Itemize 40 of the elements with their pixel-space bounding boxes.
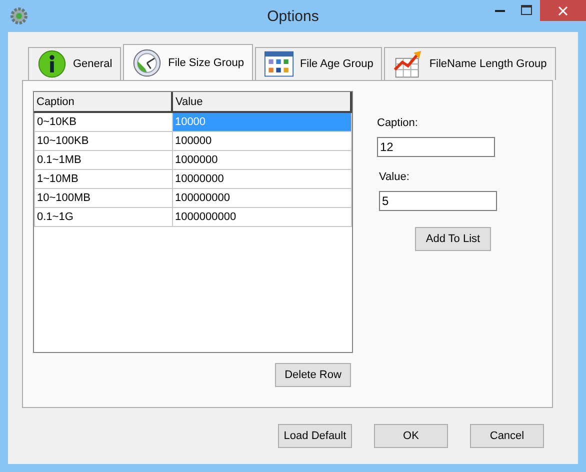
column-header[interactable]: Caption [34, 92, 172, 112]
table-cell[interactable]: 10~100MB [34, 188, 172, 208]
info-icon [37, 49, 67, 79]
add-to-list-button[interactable]: Add To List [415, 227, 491, 251]
table-cell[interactable]: 0.1~1MB [34, 150, 172, 170]
column-header[interactable]: Value [172, 92, 351, 112]
delete-row-button[interactable]: Delete Row [275, 363, 351, 387]
caption-field[interactable]: 12 [377, 137, 495, 157]
table-cell[interactable]: 1000000 [172, 150, 351, 170]
table-cell[interactable]: 100000000 [172, 188, 351, 208]
tab[interactable]: File Size Group [123, 44, 253, 81]
clock-icon [132, 48, 162, 78]
table-cell[interactable]: 10000000 [172, 170, 351, 188]
caption-label: Caption: [377, 117, 419, 129]
tab[interactable]: FileName Length Group [384, 47, 556, 80]
window-grid-icon [264, 49, 294, 79]
minimize-icon [494, 8, 504, 12]
table-cell[interactable]: 10~100KB [34, 132, 172, 150]
tab[interactable]: General [28, 47, 122, 80]
tab-label: File Age Group [300, 58, 374, 70]
maximize-icon [521, 5, 532, 15]
close-icon [558, 6, 568, 16]
dialog-button[interactable]: OK [374, 424, 448, 448]
table-cell[interactable]: 1000000000 [172, 208, 351, 226]
dialog-button[interactable]: Load Default [278, 424, 352, 448]
tab-label: FileName Length Group [429, 58, 547, 70]
tab-label: File Size Group [168, 57, 244, 69]
dialog-button[interactable]: Cancel [470, 424, 544, 448]
gear-icon [10, 7, 28, 25]
table-cell[interactable]: 1~10MB [34, 170, 172, 188]
chart-icon [393, 49, 424, 79]
tab[interactable]: File Age Group [254, 47, 382, 80]
table-cell[interactable]: 100000 [172, 132, 351, 150]
value-label: Value: [379, 171, 410, 183]
tab-label: General [73, 58, 112, 70]
window-title: Options [267, 8, 319, 24]
close-button[interactable] [540, 0, 586, 21]
value-field[interactable]: 5 [379, 191, 497, 211]
table-cell[interactable]: 0.1~1G [34, 208, 172, 226]
table-cell[interactable]: 0~10KB [34, 112, 172, 132]
